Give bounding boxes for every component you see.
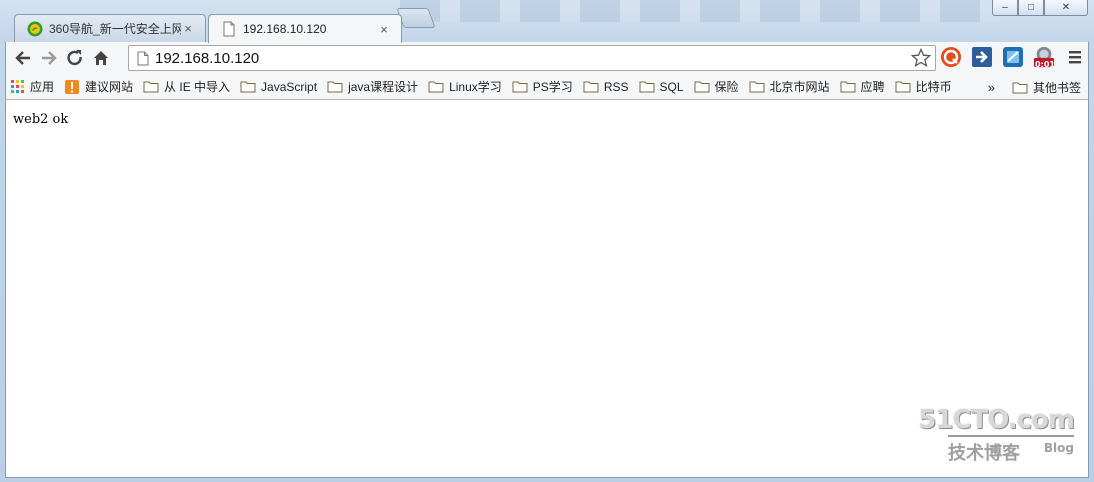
360-logo-icon [27,21,43,36]
address-bar[interactable] [128,45,936,71]
bookmark-label: 其他书签 [1032,80,1081,95]
bookmarks-bar: 应用 建议网站 从 IE 中导入 JavaScript java课程设计 Lin… [5,74,1089,100]
watermark-divider [948,435,1074,437]
forward-arrow-icon [42,51,57,65]
folder-icon [428,81,444,93]
bookmark-folder[interactable]: 比特币 [890,76,957,98]
app-extension-icon [1003,47,1023,67]
app-extension-button[interactable] [1002,46,1024,68]
bookmark-label: 从 IE 中导入 [164,80,231,94]
bookmark-label: PS学习 [532,80,573,94]
folder-icon [895,81,911,93]
new-tab-button[interactable] [396,8,436,28]
bookmark-label: 保险 [714,80,739,94]
minimize-button[interactable]: – [992,0,1018,16]
window-backdrop [400,0,1000,22]
window-controls: – □ ✕ [992,0,1088,16]
timer-extension-button[interactable]: 0:01 [1033,46,1055,69]
bookmark-star-icon[interactable] [911,48,931,68]
bookmark-label: JavaScript [261,79,318,94]
bookmark-label: 建议网站 [85,80,134,94]
watermark-site: 51CTO.com [918,405,1075,435]
forward-button[interactable] [36,45,62,71]
bookmark-folder[interactable]: SQL [634,76,689,98]
bookmark-folder[interactable]: 保险 [689,76,744,98]
watermark: 51CTO.com 技术博客 Blog [918,405,1075,464]
watermark-blog: Blog [1043,441,1074,455]
page-content: web2 ok 51CTO.com 技术博客 Blog [5,100,1089,478]
page-icon [223,21,235,37]
menu-icon [1069,51,1081,64]
bookmark-folder[interactable]: java课程设计 [322,76,423,98]
menu-button[interactable] [1064,46,1086,68]
timer-badge: 0:01 [1035,60,1055,69]
tab-active-page[interactable]: 192.168.10.120 × [208,14,402,43]
bookmark-folder[interactable]: 北京市网站 [744,76,835,98]
folder-icon [639,81,654,93]
bookmark-folder[interactable]: JavaScript [235,76,322,98]
arrow-extension-icon [972,47,992,67]
folder-icon [512,81,528,93]
tab-label: 360导航_新一代安全上网 [49,22,181,36]
bookmark-folder[interactable]: 应聘 [835,76,890,98]
back-button[interactable] [10,45,36,71]
tab-close-button[interactable]: × [181,21,195,36]
bookmark-label: SQL [659,79,684,94]
bookmark-label: RSS [603,79,629,94]
toolbar: 0:01 [5,42,1089,74]
folder-icon [240,81,256,93]
apps-grid-icon [11,79,24,93]
bookmark-label: java课程设计 [348,80,419,94]
arrow-extension-button[interactable] [971,46,993,68]
folder-icon [143,81,159,93]
reload-button[interactable] [62,45,88,71]
folder-icon [583,81,599,93]
back-arrow-icon [15,51,30,65]
suggest-icon [65,79,80,94]
bookmark-folder[interactable]: PS学习 [507,76,578,98]
bookmark-label: Linux学习 [449,80,502,94]
url-input[interactable] [149,46,911,70]
q-extension-button[interactable] [940,46,962,68]
q-extension-icon [941,47,961,67]
folder-icon [1012,82,1028,93]
watermark-subtitle: 技术博客 [948,443,1020,464]
bookmark-folder[interactable]: 从 IE 中导入 [138,76,235,98]
tab-360-navigation[interactable]: 360导航_新一代安全上网 × [14,14,206,42]
tab-label: 192.168.10.120 [243,22,327,36]
bookmark-folder[interactable]: RSS [578,76,634,98]
tab-close-button[interactable]: × [377,22,391,37]
browser-window: – □ ✕ 360导航_新一代安全上网 × 192.168.10.120 × 1… [0,0,1094,482]
bookmark-label: 比特币 [915,80,952,94]
extension-area: 0:01 [940,46,1086,69]
bookmark-label: 应用 [30,80,55,94]
folder-icon [840,81,856,93]
bookmark-other-bookmarks[interactable]: 其他书签 [1007,76,1086,98]
reload-icon [67,50,82,66]
close-window-button[interactable]: ✕ [1044,0,1088,16]
bookmark-label: 应聘 [860,80,885,94]
bookmark-apps[interactable]: 应用 [6,76,59,98]
bookmark-folder[interactable]: Linux学习 [423,76,507,98]
page-icon [137,51,149,65]
folder-icon [327,81,343,93]
bookmarks-overflow-button[interactable]: » [983,76,1000,98]
folder-icon [694,81,710,93]
page-body-text: web2 ok [13,112,69,127]
maximize-button[interactable]: □ [1018,0,1044,16]
home-button[interactable] [88,45,114,71]
home-icon [94,51,108,65]
bookmark-label: 北京市网站 [769,80,830,94]
folder-icon [749,81,765,93]
bookmark-suggested-sites[interactable]: 建议网站 [59,76,138,98]
